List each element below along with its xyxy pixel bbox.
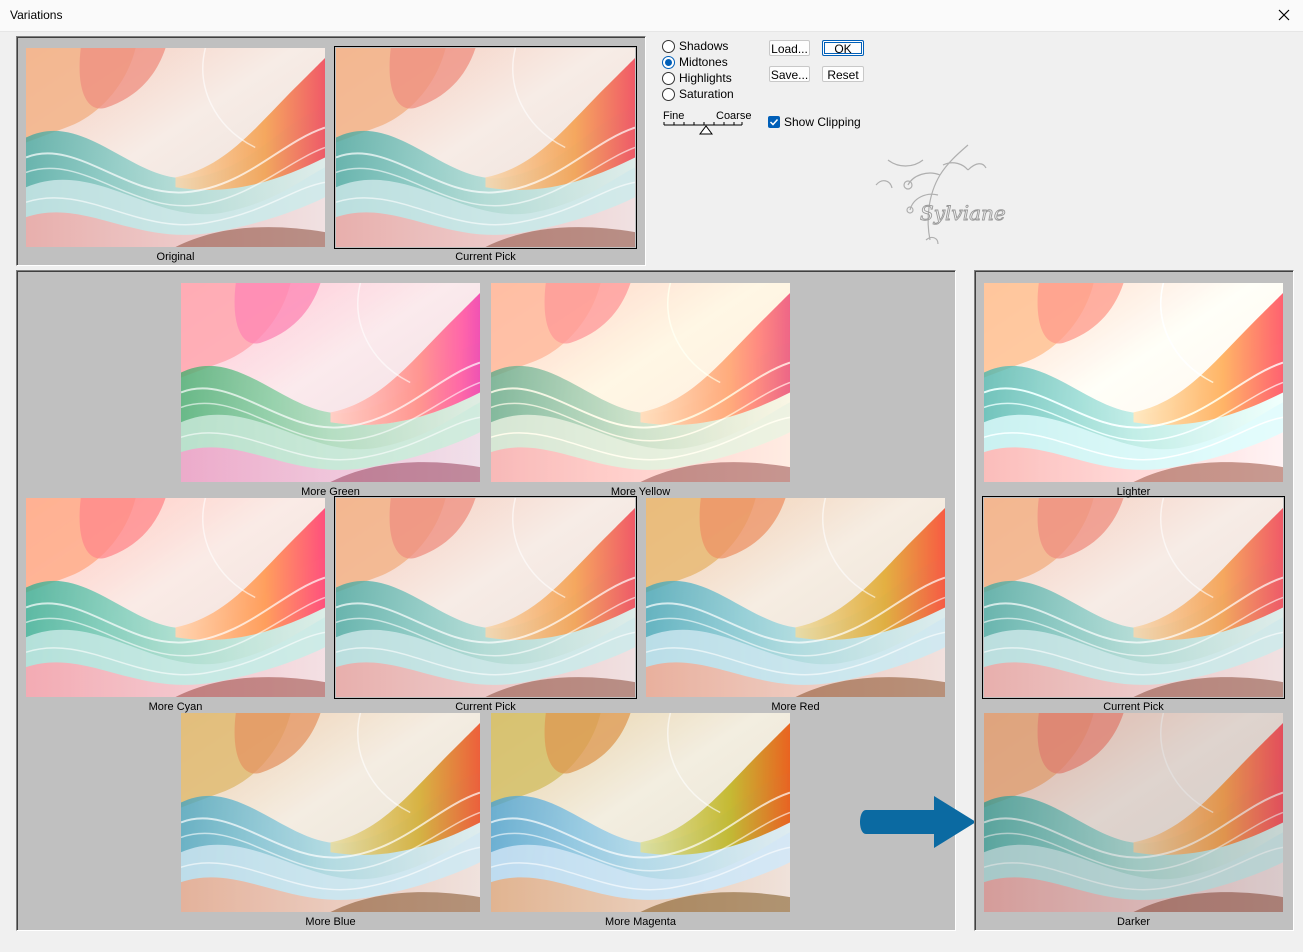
lighter-label: Lighter xyxy=(1116,486,1151,498)
close-icon xyxy=(1278,9,1290,21)
watermark-text: Sylviane xyxy=(920,201,1006,225)
more-cyan-label: More Cyan xyxy=(148,701,203,713)
brightness-panel: Lighter Current Pick Darker xyxy=(974,270,1294,931)
brightness-current-pick-label: Current Pick xyxy=(1103,701,1164,713)
more-green-label: More Green xyxy=(301,486,360,498)
coarseness-slider[interactable] xyxy=(662,121,746,135)
reset-button[interactable]: Reset xyxy=(822,66,864,82)
slider-thumb xyxy=(699,125,713,135)
color-variations-panel: More Green More Yellow More Cyan Current… xyxy=(16,270,956,931)
original-label: Original xyxy=(156,251,195,263)
radio-midtones-label: Midtones xyxy=(679,55,728,69)
save-button[interactable]: Save... xyxy=(769,66,810,82)
radio-shadows-label: Shadows xyxy=(679,39,729,53)
pointer-arrow-icon xyxy=(860,796,976,848)
checkmark-icon xyxy=(768,116,780,128)
more-red-label: More Red xyxy=(771,701,820,713)
load-button[interactable]: Load... xyxy=(769,40,810,56)
radio-highlights-label: Highlights xyxy=(679,71,732,85)
more-yellow-label: More Yellow xyxy=(610,486,671,498)
watermark-logo: Sylviane xyxy=(875,144,1006,245)
original-image xyxy=(26,48,325,247)
preview-current-pick-label: Current Pick xyxy=(455,251,516,263)
show-clipping-label: Show Clipping xyxy=(784,115,861,129)
window-title: Variations xyxy=(10,8,63,22)
darker-label: Darker xyxy=(1116,916,1150,928)
radio-saturation-label: Saturation xyxy=(679,87,734,101)
close-button[interactable] xyxy=(1267,0,1303,31)
preview-current-pick-image xyxy=(334,46,637,249)
ok-button[interactable]: OK xyxy=(822,40,864,56)
preview-panel: Original Current Pick xyxy=(16,36,646,266)
more-blue-label: More Blue xyxy=(305,916,356,928)
more-magenta-label: More Magenta xyxy=(605,916,676,928)
grid-current-pick-label: Current Pick xyxy=(455,701,516,713)
title-bar: Variations xyxy=(0,0,1303,32)
